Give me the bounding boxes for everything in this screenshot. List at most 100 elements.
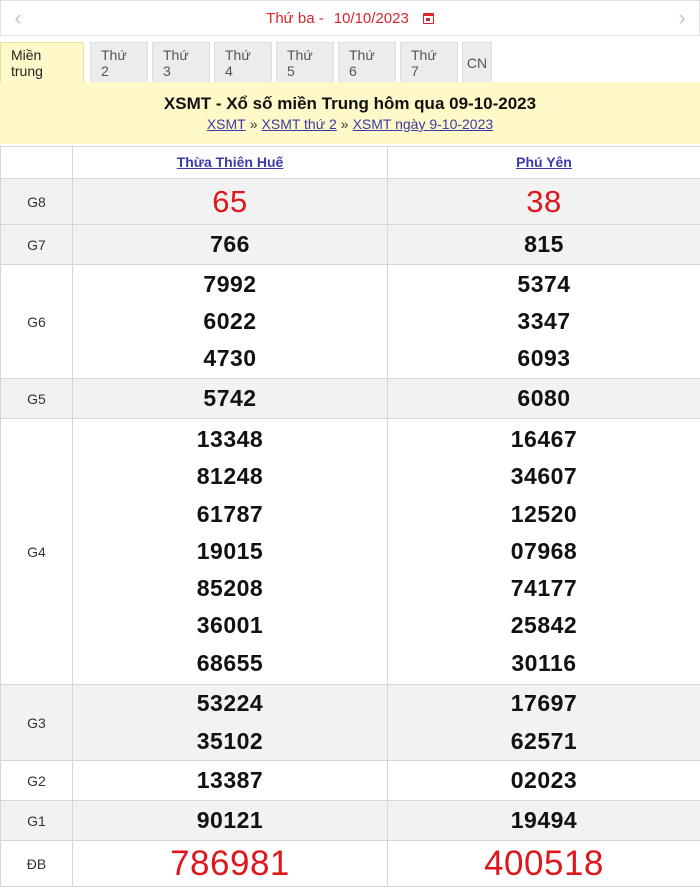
prize-cell: 13348 81248 61787 19015 85208 36001 6865… xyxy=(72,418,388,685)
breadcrumb-separator: » xyxy=(249,116,258,132)
tab-thu-7[interactable]: Thứ 7 xyxy=(400,42,458,82)
tab-thu-4[interactable]: Thứ 4 xyxy=(214,42,272,82)
prize-cell: 16467 34607 12520 07968 74177 25842 3011… xyxy=(387,418,700,685)
special-prize-number: 786981 xyxy=(170,843,290,883)
day-label: Thứ ba - xyxy=(266,9,324,27)
prize-number: 17697 xyxy=(510,690,578,717)
prize-number: 65 xyxy=(212,183,248,219)
prize-number: 19015 xyxy=(196,537,264,564)
prize-number: 81248 xyxy=(196,463,264,490)
prize-label: G6 xyxy=(0,264,73,379)
date-value[interactable]: 10/10/2023 xyxy=(334,10,409,27)
prize-number: 74177 xyxy=(510,575,578,602)
prize-number: 85208 xyxy=(196,575,264,602)
breadcrumb: XSMT» XSMT thứ 2» XSMT ngày 9-10-2023 xyxy=(0,116,700,132)
breadcrumb-xsmt[interactable]: XSMT xyxy=(207,116,246,132)
prize-number: 90121 xyxy=(196,806,264,833)
prize-row-g1: G1 90121 19494 xyxy=(0,800,700,841)
prize-row-g4: G4 13348 81248 61787 19015 85208 36001 6… xyxy=(0,418,700,685)
table-header-row: Thừa Thiên Huế Phú Yên xyxy=(0,146,700,179)
prize-row-g6: G6 7992 6022 4730 5374 3347 6093 xyxy=(0,264,700,379)
prize-label: G7 xyxy=(0,224,73,265)
tab-mien-trung[interactable]: Miền trung xyxy=(0,42,84,82)
header-empty-cell xyxy=(0,146,73,179)
date-bar: ‹ Thứ ba - 10/10/2023 › xyxy=(0,0,700,36)
day-tabs: Miền trung Thứ 2 Thứ 3 Thứ 4 Thứ 5 Thứ 6… xyxy=(0,40,700,82)
province-header: Thừa Thiên Huế xyxy=(72,146,388,179)
prize-cell: 815 xyxy=(387,224,700,265)
prize-number: 6080 xyxy=(517,384,571,411)
prize-number: 61787 xyxy=(196,500,264,527)
prize-label: G3 xyxy=(0,684,73,761)
prize-number: 7992 xyxy=(203,270,257,297)
tab-thu-6[interactable]: Thứ 6 xyxy=(338,42,396,82)
prize-cell: 400518 xyxy=(387,840,700,887)
prize-number: 4730 xyxy=(203,345,257,372)
prize-cell: 90121 xyxy=(72,800,388,841)
prize-row-special: ĐB 786981 400518 xyxy=(0,840,700,887)
prize-cell: 5374 3347 6093 xyxy=(387,264,700,379)
prize-number: 5374 xyxy=(517,270,571,297)
prize-number: 766 xyxy=(210,230,250,257)
prize-number: 07968 xyxy=(510,537,578,564)
prize-label: G2 xyxy=(0,760,73,801)
province-link-thua-thien-hue[interactable]: Thừa Thiên Huế xyxy=(177,154,284,170)
prize-label: G4 xyxy=(0,418,73,685)
prize-number: 38 xyxy=(526,183,562,219)
prize-number: 13348 xyxy=(196,426,264,453)
page-title: XSMT - Xổ số miền Trung hôm qua 09-10-20… xyxy=(163,94,537,113)
tab-thu-5[interactable]: Thứ 5 xyxy=(276,42,334,82)
prize-number: 5742 xyxy=(203,384,257,411)
prize-cell: 38 xyxy=(387,178,700,225)
prize-number: 16467 xyxy=(510,426,578,453)
chevron-right-icon[interactable]: › xyxy=(667,1,697,35)
prize-number: 68655 xyxy=(196,649,264,676)
results-table: Thừa Thiên Huế Phú Yên G8 65 38 G7 766 8… xyxy=(0,146,700,887)
breadcrumb-separator: » xyxy=(340,116,349,132)
prize-cell: 19494 xyxy=(387,800,700,841)
prize-cell: 65 xyxy=(72,178,388,225)
prize-cell: 766 xyxy=(72,224,388,265)
results-headline: XSMT - Xổ số miền Trung hôm qua 09-10-20… xyxy=(0,82,700,144)
prize-label: G5 xyxy=(0,378,73,419)
prize-cell: 53224 35102 xyxy=(72,684,388,761)
prize-number: 30116 xyxy=(511,649,577,676)
tab-thu-3[interactable]: Thứ 3 xyxy=(152,42,210,82)
prize-row-g3: G3 53224 35102 17697 62571 xyxy=(0,684,700,761)
province-header: Phú Yên xyxy=(387,146,700,179)
prize-number: 34607 xyxy=(510,463,578,490)
tab-thu-2[interactable]: Thứ 2 xyxy=(90,42,148,82)
chevron-left-icon[interactable]: ‹ xyxy=(3,1,33,35)
prize-row-g7: G7 766 815 xyxy=(0,224,700,265)
prize-cell: 786981 xyxy=(72,840,388,887)
prize-number: 12520 xyxy=(510,500,578,527)
special-prize-number: 400518 xyxy=(484,843,604,883)
prize-label: G8 xyxy=(0,178,73,225)
prize-number: 6093 xyxy=(517,345,571,372)
prize-number: 53224 xyxy=(196,690,264,717)
breadcrumb-xsmt-thu-2[interactable]: XSMT thứ 2 xyxy=(262,116,337,132)
calendar-icon[interactable] xyxy=(422,12,434,24)
prize-cell: 13387 xyxy=(72,760,388,801)
prize-number: 815 xyxy=(524,230,564,257)
prize-label: ĐB xyxy=(0,840,73,887)
province-link-phu-yen[interactable]: Phú Yên xyxy=(516,154,572,170)
prize-number: 13387 xyxy=(196,766,264,793)
prize-row-g5: G5 5742 6080 xyxy=(0,378,700,419)
prize-cell: 6080 xyxy=(387,378,700,419)
tab-cn[interactable]: CN xyxy=(462,42,492,82)
prize-cell: 5742 xyxy=(72,378,388,419)
prize-number: 36001 xyxy=(196,612,264,639)
prize-number: 25842 xyxy=(510,612,578,639)
date-display: Thứ ba - 10/10/2023 xyxy=(266,10,434,27)
prize-number: 19494 xyxy=(510,806,578,833)
prize-row-g8: G8 65 38 xyxy=(0,178,700,225)
prize-cell: 17697 62571 xyxy=(387,684,700,761)
prize-label: G1 xyxy=(0,800,73,841)
prize-cell: 7992 6022 4730 xyxy=(72,264,388,379)
prize-cell: 02023 xyxy=(387,760,700,801)
breadcrumb-xsmt-ngay[interactable]: XSMT ngày 9-10-2023 xyxy=(353,116,494,132)
prize-row-g2: G2 13387 02023 xyxy=(0,760,700,801)
prize-number: 02023 xyxy=(510,766,578,793)
prize-number: 62571 xyxy=(510,727,578,754)
